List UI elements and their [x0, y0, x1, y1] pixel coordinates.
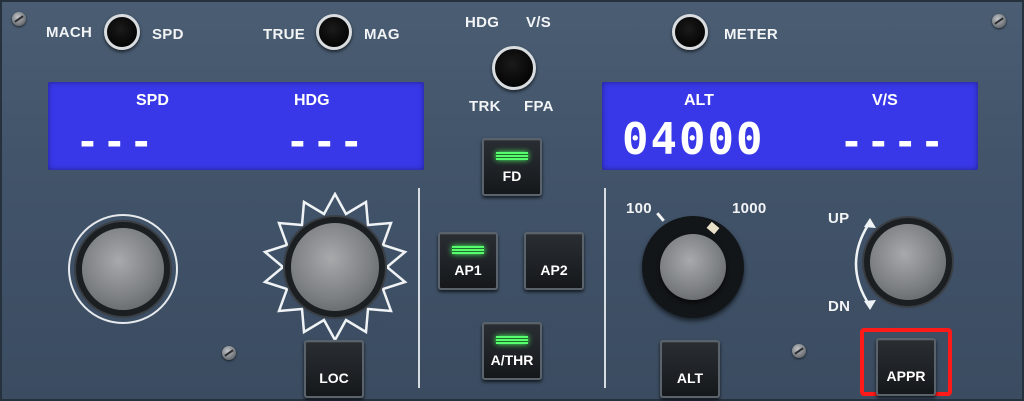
- athr-indicator-light: [496, 336, 528, 344]
- screw-top-right: [992, 14, 1006, 28]
- athr-button[interactable]: A/THR: [482, 322, 542, 380]
- meter-label: METER: [724, 26, 778, 43]
- spd-knob[interactable]: [82, 228, 164, 310]
- alt-button[interactable]: ALT: [660, 340, 720, 398]
- mach-label: MACH: [46, 24, 93, 41]
- hdg-vs-label-vs: V/S: [526, 14, 552, 31]
- spd-display-title: SPD: [136, 92, 169, 109]
- alt-100-tick: [656, 212, 665, 222]
- ap2-button-label: AP2: [540, 262, 568, 278]
- spd-hdg-display: SPD HDG --- ---: [48, 82, 424, 170]
- fd-indicator-light: [496, 152, 528, 160]
- athr-button-label: A/THR: [490, 352, 534, 368]
- true-mag-toggle[interactable]: [316, 14, 352, 50]
- fd-button-label: FD: [502, 168, 522, 184]
- screw-top-left: [12, 12, 26, 26]
- right-divider: [604, 188, 606, 388]
- meter-toggle[interactable]: [672, 14, 708, 50]
- loc-button[interactable]: LOC: [304, 340, 364, 398]
- spd-display-value: ---: [76, 120, 157, 164]
- true-label: TRUE: [263, 26, 306, 43]
- alt-vs-display: ALT V/S 04000 ----: [602, 82, 978, 170]
- mag-label: MAG: [364, 26, 400, 43]
- trk-label: TRK: [469, 98, 501, 115]
- fd-button[interactable]: FD: [482, 138, 542, 196]
- left-divider: [418, 188, 420, 388]
- ap1-button[interactable]: AP1: [438, 232, 498, 290]
- hdg-display-title: HDG: [294, 92, 330, 109]
- spd-mach-toggle[interactable]: [104, 14, 140, 50]
- screw-mid-right: [792, 344, 806, 358]
- screw-mid-left: [222, 346, 236, 360]
- hdg-vs-trk-fpa-toggle[interactable]: [492, 46, 536, 90]
- alt-1000-label: 1000: [732, 200, 767, 217]
- hdg-knob[interactable]: [291, 223, 379, 311]
- vs-knob[interactable]: [870, 224, 946, 300]
- fpa-label: FPA: [524, 98, 554, 115]
- ap1-indicator-light: [452, 246, 484, 254]
- hdg-display-value: ---: [286, 120, 367, 164]
- spd-toggle-label: SPD: [152, 26, 184, 43]
- alt-knob[interactable]: [660, 234, 726, 300]
- alt-100-label: 100: [626, 200, 652, 217]
- fcu-panel: MACH SPD TRUE MAG HDG V/S TRK FPA METER …: [0, 0, 1024, 401]
- loc-button-label: LOC: [319, 370, 349, 386]
- appr-button[interactable]: APPR: [876, 338, 936, 396]
- ap2-button[interactable]: AP2: [524, 232, 584, 290]
- vs-display-value: ----: [840, 120, 948, 164]
- alt-button-label: ALT: [676, 370, 704, 386]
- alt-display-title: ALT: [684, 92, 714, 109]
- appr-button-label: APPR: [886, 368, 926, 384]
- vs-display-title: V/S: [872, 92, 898, 109]
- ap1-button-label: AP1: [454, 262, 482, 278]
- alt-display-value: 04000: [622, 114, 765, 165]
- hdg-vs-label-hdg: HDG: [465, 14, 500, 31]
